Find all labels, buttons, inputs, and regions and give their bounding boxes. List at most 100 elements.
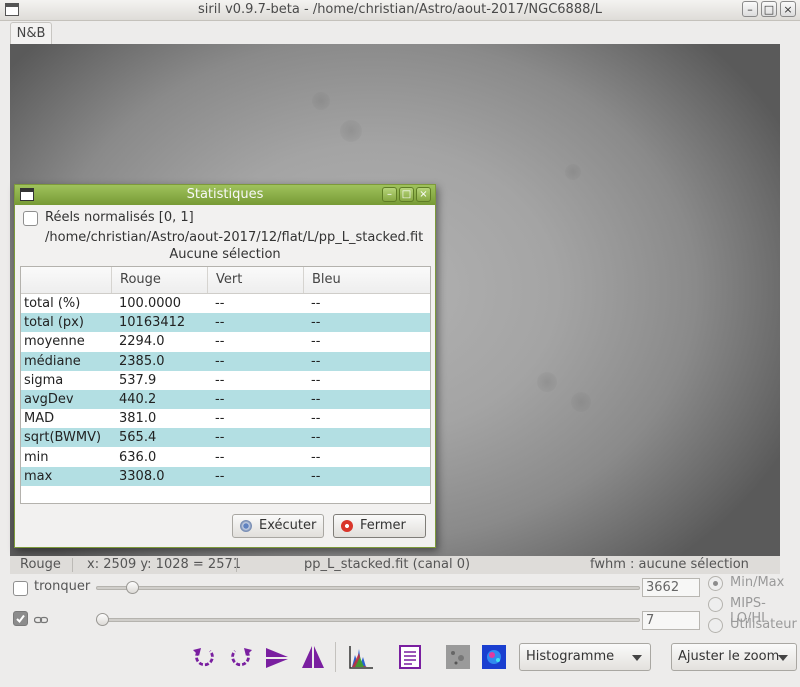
table-row[interactable]: moyenne 2294.0 -- -- xyxy=(21,332,430,351)
table-row[interactable]: max 3308.0 -- -- xyxy=(21,466,430,486)
table-row[interactable]: sigma 537.9 -- -- xyxy=(21,371,430,390)
display-mode-combo[interactable]: Histogramme xyxy=(519,643,651,671)
statistics-icon[interactable] xyxy=(396,643,424,671)
low-threshold-handle[interactable] xyxy=(96,613,109,626)
display-mode-value: Histogramme xyxy=(526,649,615,664)
table-row[interactable]: MAD 381.0 -- -- xyxy=(21,409,430,428)
table-cell-bleu: -- xyxy=(311,296,321,311)
table-cell-name: sqrt(BWMV) xyxy=(24,430,102,446)
radio-user[interactable] xyxy=(708,618,723,633)
close-icon xyxy=(341,520,353,532)
close-button[interactable]: Fermer xyxy=(333,514,426,538)
high-threshold-slider[interactable] xyxy=(96,586,640,590)
checkmark-icon xyxy=(16,614,25,624)
table-cell-bleu: -- xyxy=(311,353,321,369)
table-cell-vert: -- xyxy=(215,315,225,331)
table-cell-bleu: -- xyxy=(311,411,321,427)
table-cell-vert: -- xyxy=(215,334,225,350)
dialog-title: Statistiques xyxy=(186,187,264,202)
link-icon xyxy=(33,613,49,624)
table-cell-vert: -- xyxy=(215,449,225,465)
table-cell-rouge: 3308.0 xyxy=(119,468,165,484)
table-cell-name: MAD xyxy=(24,411,55,427)
execute-button[interactable]: Exécuter xyxy=(232,514,324,538)
status-bar: Rouge x: 2509 y: 1028 = 2571 pp_L_stacke… xyxy=(10,556,780,574)
radio-user-label: Utilisateur xyxy=(730,617,797,632)
truncate-checkbox[interactable] xyxy=(13,581,28,596)
low-threshold-slider[interactable] xyxy=(96,618,640,622)
column-header-bleu[interactable]: Bleu xyxy=(304,267,430,293)
table-cell-vert: -- xyxy=(215,353,225,369)
table-cell-vert: -- xyxy=(215,411,225,427)
dust-spot xyxy=(312,92,330,110)
table-cell-name: médiane xyxy=(24,353,81,369)
mirror-x-icon[interactable] xyxy=(263,643,291,671)
table-cell-name: max xyxy=(24,468,53,484)
table-cell-name: avgDev xyxy=(24,392,74,407)
statistics-table: Rouge Vert Bleu total (%) 100.0000 -- -- tot… xyxy=(20,266,431,504)
table-row[interactable]: total (%) 100.0000 -- -- xyxy=(21,294,430,313)
file-path: /home/christian/Astro/aout-2017/12/flat/… xyxy=(45,230,424,245)
status-filename: pp_L_stacked.fit (canal 0) xyxy=(304,557,471,572)
dialog-minimize-button[interactable]: – xyxy=(382,187,397,202)
table-row[interactable]: total (px) 10163412 -- -- xyxy=(21,313,430,333)
table-row[interactable]: avgDev 440.2 -- -- xyxy=(21,390,430,409)
high-threshold-handle[interactable] xyxy=(125,581,139,594)
table-cell-rouge: 537.9 xyxy=(119,372,157,388)
close-window-button[interactable]: × xyxy=(780,1,796,17)
viewer-side-panel xyxy=(780,44,800,556)
dialog-maximize-button[interactable]: □ xyxy=(399,187,414,202)
radio-mips[interactable] xyxy=(708,597,723,612)
execute-icon xyxy=(240,520,252,532)
table-cell-rouge: 2385.0 xyxy=(119,353,165,369)
table-cell-name: moyenne xyxy=(24,334,85,350)
table-cell-rouge: 10163412 xyxy=(119,315,186,331)
window-title: siril v0.9.7-beta - /home/christian/Astr… xyxy=(198,2,602,17)
dialog-close-button[interactable]: × xyxy=(416,187,431,202)
image-gray-icon[interactable] xyxy=(444,643,472,671)
radio-minmax-label: Min/Max xyxy=(730,575,785,590)
table-row[interactable]: min 636.0 -- -- xyxy=(21,448,430,467)
table-cell-bleu: -- xyxy=(311,468,321,484)
column-header-name[interactable] xyxy=(21,267,112,293)
table-cell-name: sigma xyxy=(24,372,64,388)
column-header-vert[interactable]: Vert xyxy=(208,267,304,293)
table-cell-rouge: 2294.0 xyxy=(119,334,165,350)
minimize-button[interactable]: – xyxy=(742,1,758,17)
rotate-right-icon[interactable] xyxy=(227,643,255,671)
window-title-bar: siril v0.9.7-beta - /home/christian/Astr… xyxy=(0,0,800,21)
table-cell-bleu: -- xyxy=(311,430,321,446)
status-separator xyxy=(236,558,237,572)
table-cell-name: total (px) xyxy=(24,315,84,331)
table-cell-vert: -- xyxy=(215,392,225,407)
mirror-y-icon[interactable] xyxy=(299,643,327,671)
table-cell-bleu: -- xyxy=(311,372,321,388)
truncate-label: tronquer xyxy=(34,579,91,594)
tab-nb[interactable]: N&B xyxy=(10,22,52,44)
status-fwhm: fwhm : aucune sélection xyxy=(590,557,749,572)
high-threshold-value[interactable]: 3662 xyxy=(642,578,700,597)
statistics-dialog: Statistiques – □ × Réels normalisés [0, … xyxy=(14,184,436,548)
column-header-rouge[interactable]: Rouge xyxy=(112,267,208,293)
dust-spot xyxy=(537,372,557,392)
link-checkbox[interactable] xyxy=(13,611,28,626)
table-cell-rouge: 636.0 xyxy=(119,449,157,465)
low-threshold-value[interactable]: 7 xyxy=(642,611,700,630)
channel-tabbar: N&B xyxy=(10,22,780,44)
rotate-left-icon[interactable] xyxy=(190,643,218,671)
histogram-icon[interactable] xyxy=(347,643,375,671)
image-color-icon[interactable] xyxy=(480,643,508,671)
zoom-combo[interactable]: Ajuster le zoom xyxy=(671,643,797,671)
table-cell-name: total (%) xyxy=(24,296,81,311)
table-cell-vert: -- xyxy=(215,430,225,446)
maximize-button[interactable]: □ xyxy=(761,1,777,17)
table-cell-name: min xyxy=(24,449,49,465)
dialog-title-bar[interactable]: Statistiques – □ × xyxy=(15,185,435,205)
table-cell-vert: -- xyxy=(215,468,225,484)
status-separator xyxy=(72,558,73,572)
normalized-checkbox[interactable] xyxy=(23,211,38,226)
table-row[interactable]: médiane 2385.0 -- -- xyxy=(21,351,430,371)
table-row[interactable]: sqrt(BWMV) 565.4 -- -- xyxy=(21,428,430,448)
radio-minmax[interactable] xyxy=(708,576,723,591)
table-cell-rouge: 440.2 xyxy=(119,392,157,407)
